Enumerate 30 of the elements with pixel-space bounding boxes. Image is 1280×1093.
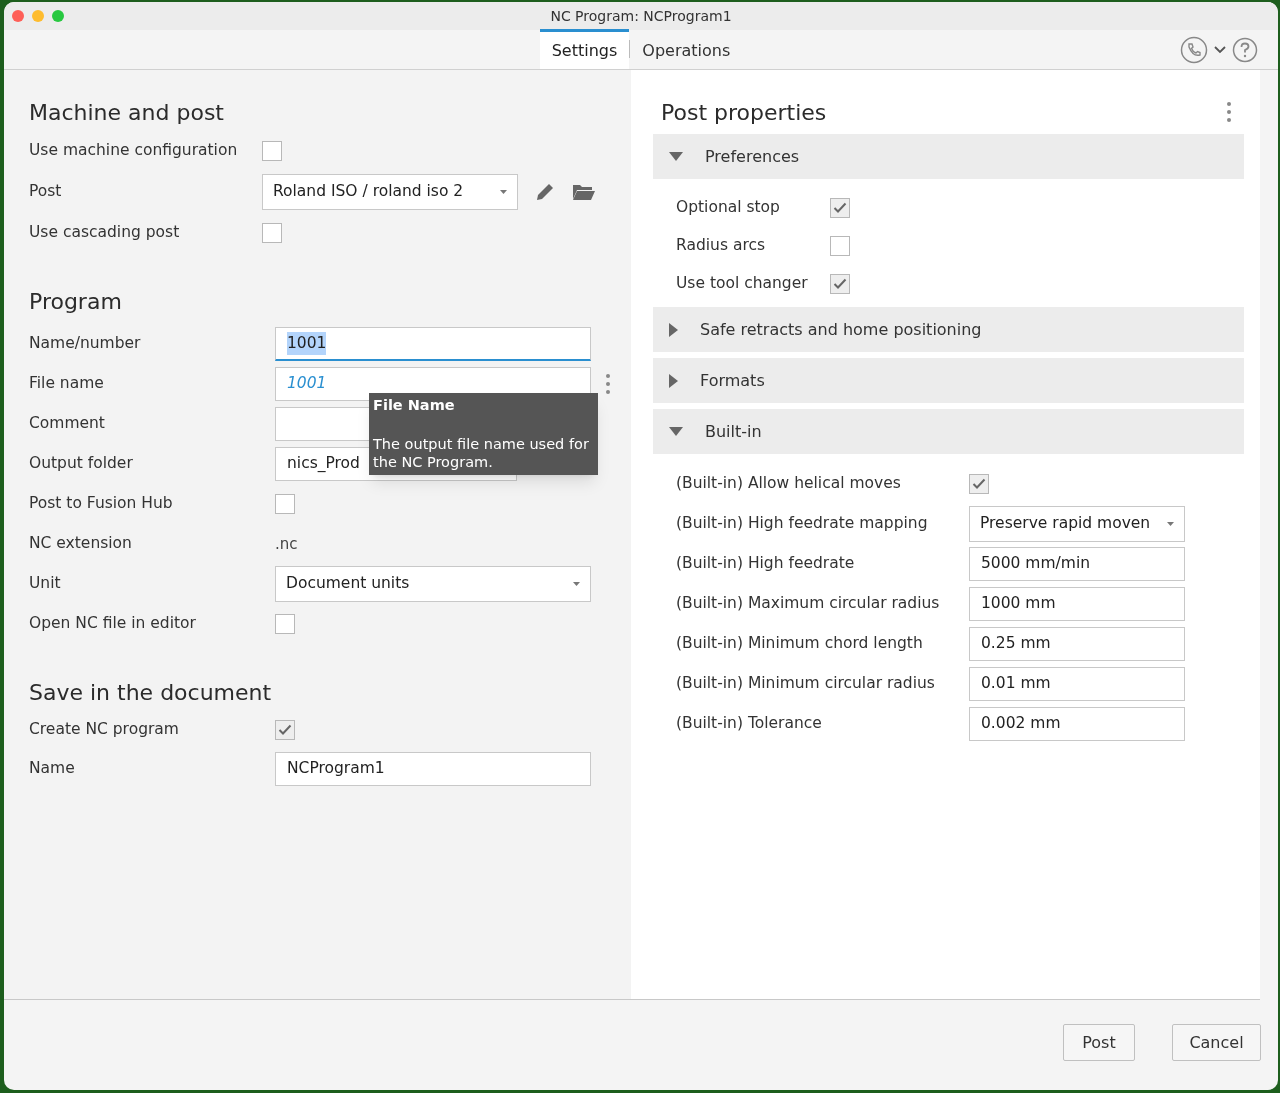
- field-label: (Built-in) Maximum circular radius: [676, 593, 941, 615]
- tooltip-text: The output file name used for the NC Program.: [373, 434, 590, 471]
- field-label: Name: [29, 757, 76, 779]
- field-label: (Built-in) High feedrate mapping: [676, 513, 929, 535]
- field-label: Unit: [29, 573, 62, 595]
- field-label: Optional stop: [676, 197, 781, 219]
- window-title: NC Program: NCProgram1: [550, 6, 732, 26]
- field-label: Use tool changer: [676, 273, 809, 295]
- field-label: (Built-in) Tolerance: [676, 713, 823, 735]
- field-label: Post to Fusion Hub: [29, 493, 174, 515]
- field-label: (Built-in) Allow helical moves: [676, 473, 902, 495]
- field-label: Radius arcs: [676, 235, 767, 257]
- field-label: Output folder: [29, 453, 134, 475]
- field-label: (Built-in) Minimum circular radius: [676, 673, 936, 695]
- field-label: Comment: [29, 413, 106, 435]
- field-label: Post: [29, 180, 63, 202]
- section-heading: Machine and post: [29, 98, 225, 127]
- field-label: File name: [29, 373, 105, 395]
- field-label: Use cascading post: [29, 221, 181, 243]
- field-label: NC extension: [29, 533, 133, 555]
- extension-value: .nc: [275, 533, 298, 555]
- field-label: Use machine configuration: [29, 139, 239, 161]
- panel-heading: Post properties: [661, 98, 827, 127]
- field-label: Create NC program: [29, 718, 180, 740]
- field-label: (Built-in) High feedrate: [676, 553, 856, 575]
- field-label: Name/number: [29, 333, 142, 355]
- field-label: Open NC file in editor: [29, 613, 197, 635]
- section-heading: Save in the document: [29, 678, 273, 707]
- section-heading: Program: [29, 287, 123, 316]
- field-label: (Built-in) Minimum chord length: [676, 633, 924, 655]
